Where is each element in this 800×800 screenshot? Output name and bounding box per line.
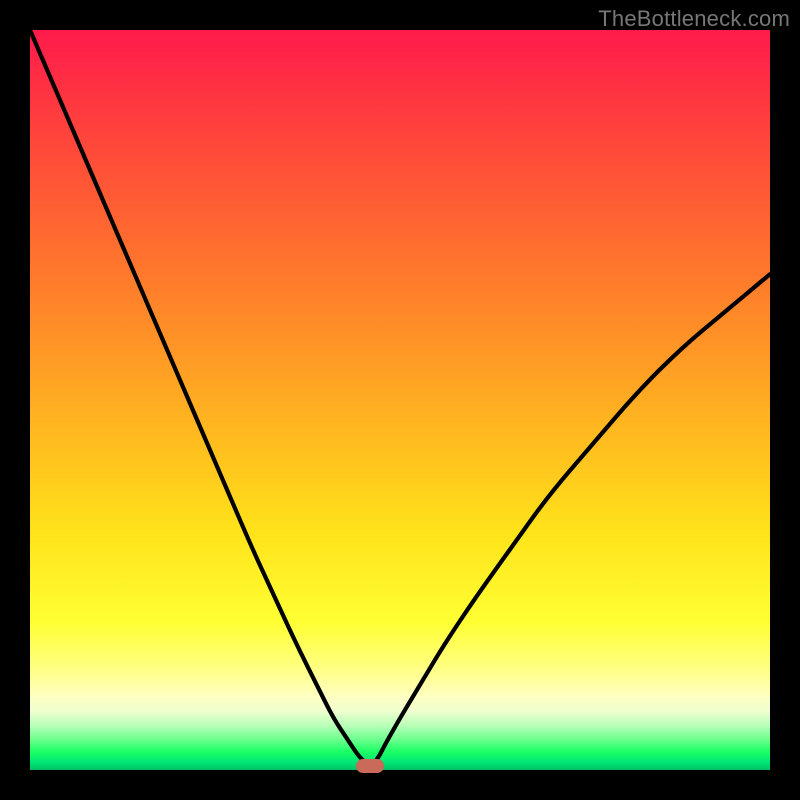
bottleneck-curve <box>30 30 770 764</box>
watermark-text: TheBottleneck.com <box>598 6 790 32</box>
optimal-point-marker <box>356 759 384 773</box>
curve-svg <box>30 30 770 770</box>
plot-area <box>30 30 770 770</box>
chart-container: TheBottleneck.com <box>0 0 800 800</box>
